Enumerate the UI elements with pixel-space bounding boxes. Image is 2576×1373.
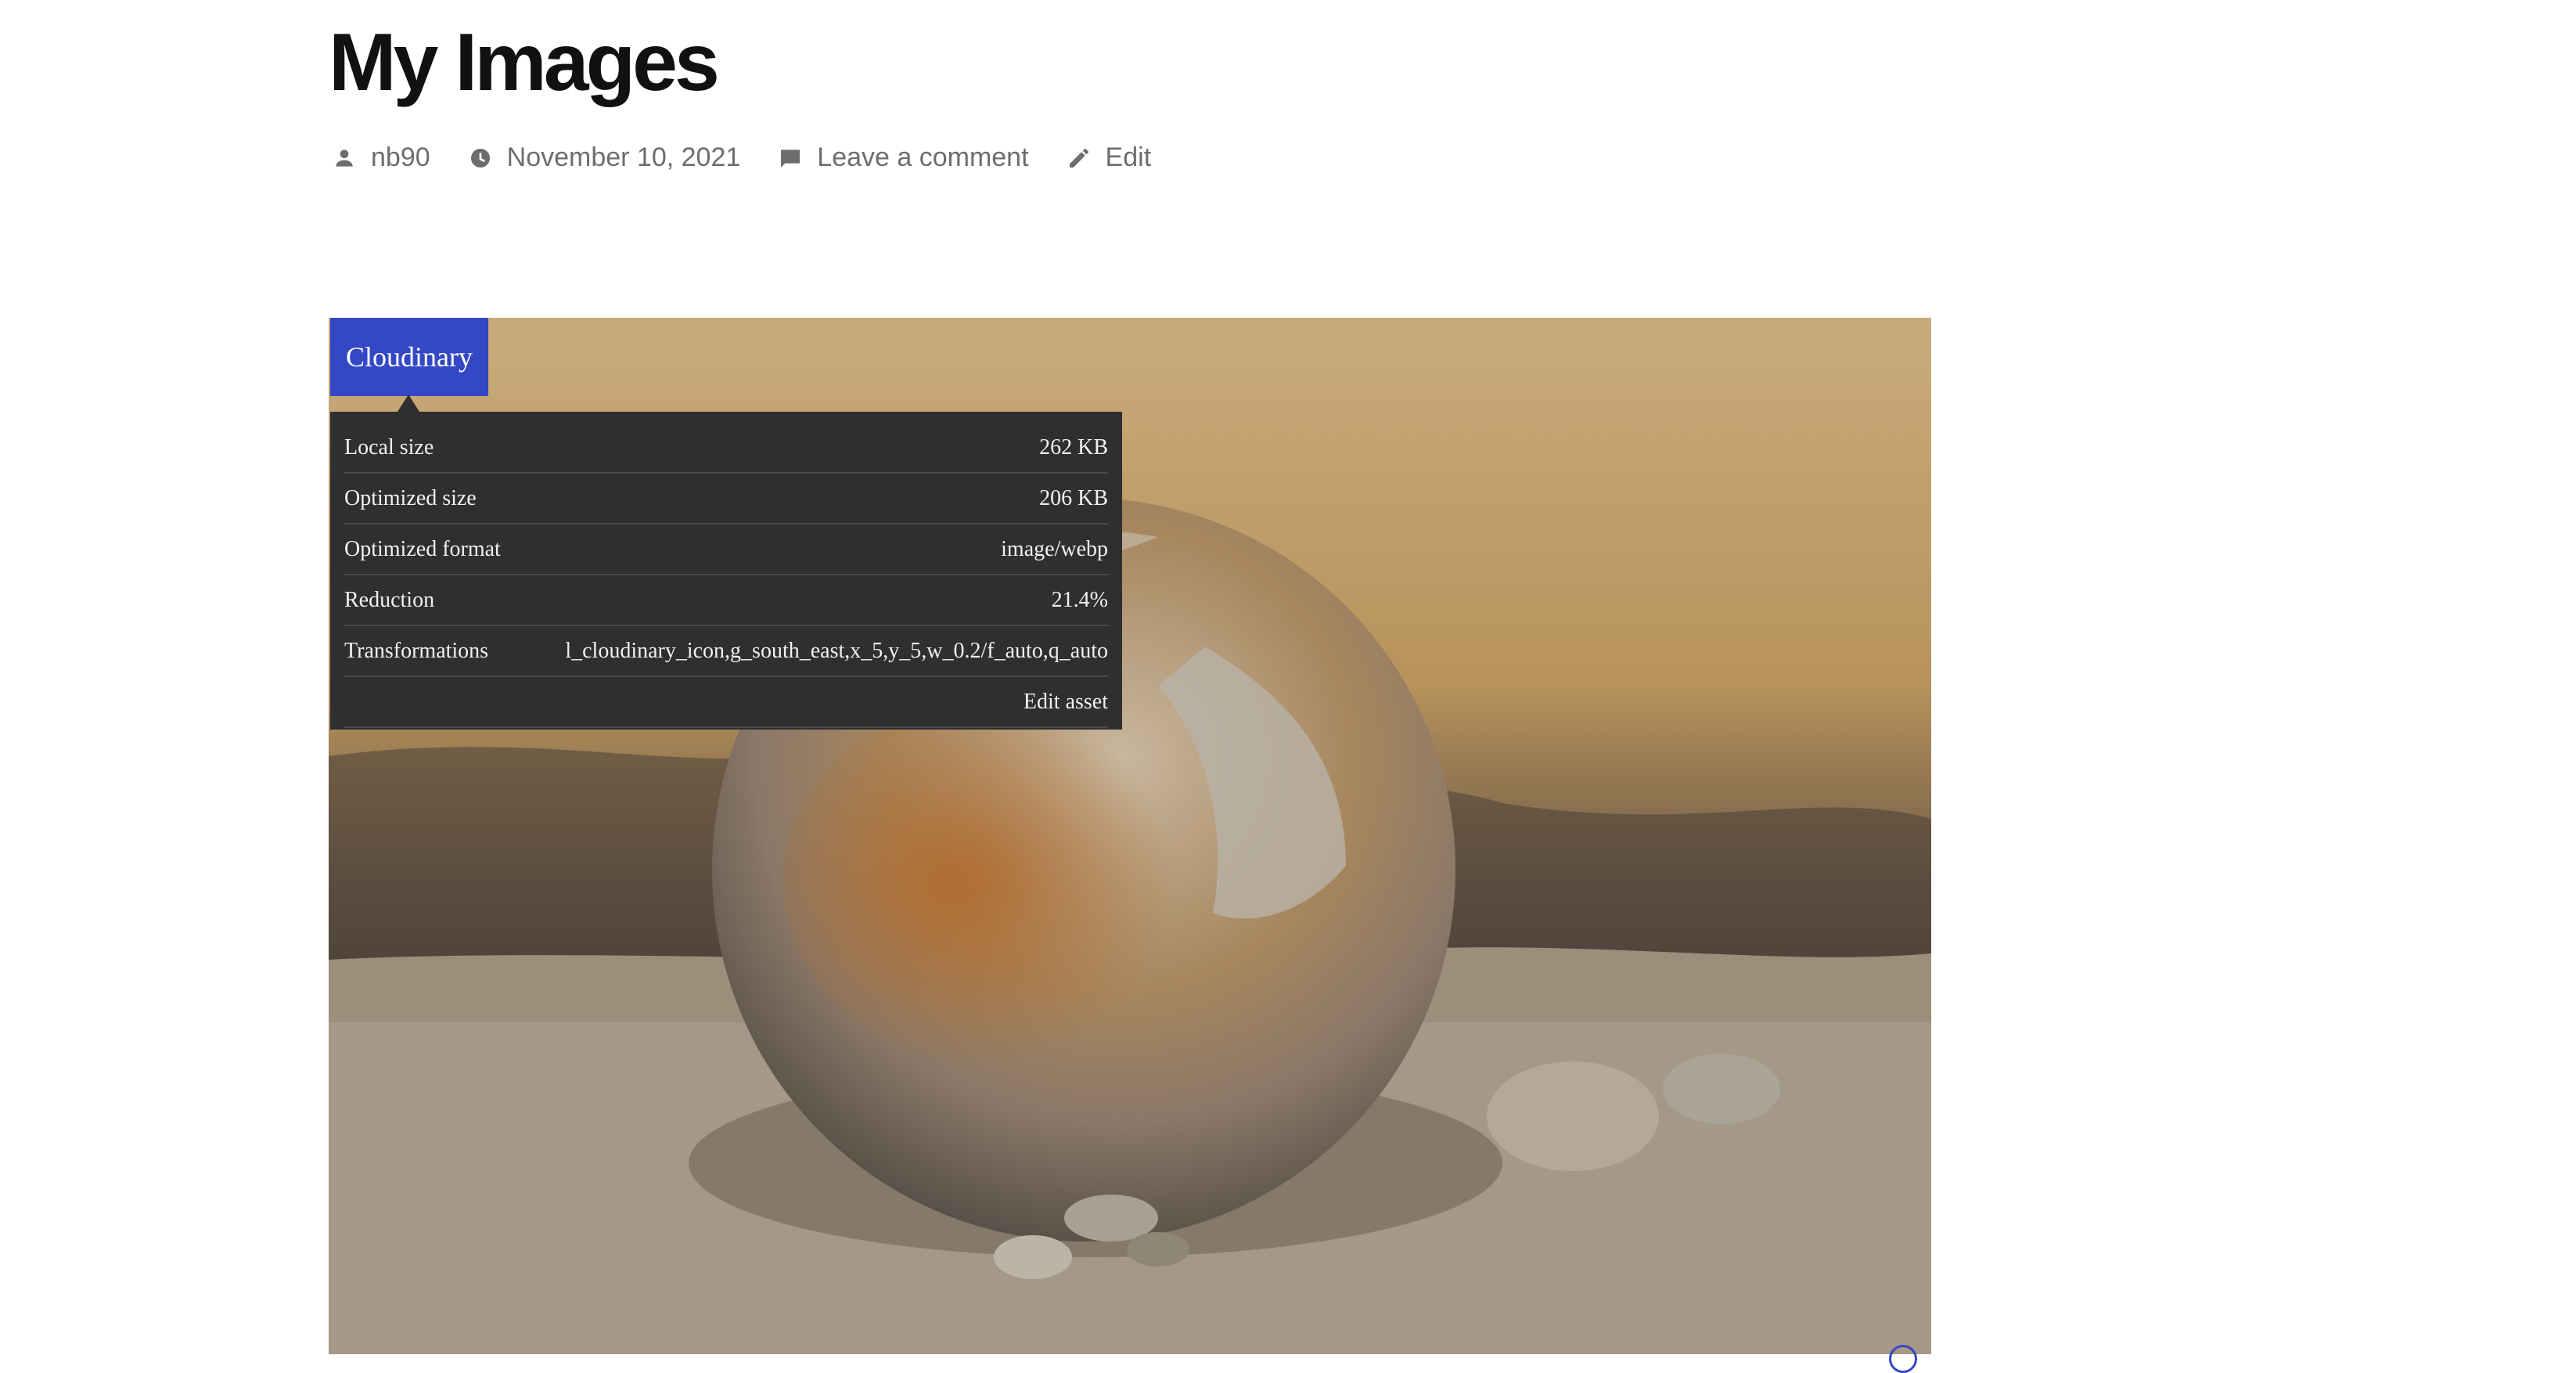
author-link[interactable]: nb90 bbox=[371, 142, 430, 173]
info-value: image/webp bbox=[1001, 536, 1108, 561]
cloudinary-info-panel: Local size 262 KB Optimized size 206 KB … bbox=[330, 412, 1122, 730]
meta-author[interactable]: nb90 bbox=[332, 142, 430, 173]
pencil-icon bbox=[1069, 148, 1088, 168]
clock-icon bbox=[470, 148, 490, 168]
info-key: Optimized size bbox=[344, 485, 477, 510]
cloudinary-overlay-icon bbox=[1889, 1345, 1917, 1373]
info-key: Optimized format bbox=[344, 536, 501, 561]
info-key: Local size bbox=[344, 434, 434, 459]
info-row-edit: Edit asset bbox=[344, 677, 1108, 728]
info-value: 21.4% bbox=[1051, 587, 1108, 612]
info-key: Reduction bbox=[344, 587, 435, 612]
date-link[interactable]: November 10, 2021 bbox=[507, 142, 741, 173]
info-value: 262 KB bbox=[1039, 434, 1108, 459]
info-value: 206 KB bbox=[1039, 485, 1108, 510]
post-meta: nb90 November 10, 2021 Leave a comment E… bbox=[332, 142, 1189, 173]
info-row-reduction: Reduction 21.4% bbox=[344, 575, 1108, 626]
info-key: Transformations bbox=[344, 638, 489, 663]
cloudinary-tag[interactable]: Cloudinary bbox=[330, 318, 488, 396]
edit-asset-link[interactable]: Edit asset bbox=[1024, 690, 1108, 715]
person-icon bbox=[336, 149, 353, 167]
meta-edit[interactable]: Edit bbox=[1067, 142, 1152, 173]
meta-date[interactable]: November 10, 2021 bbox=[468, 142, 741, 173]
meta-comment[interactable]: Leave a comment bbox=[778, 142, 1029, 173]
info-row-optimized-format: Optimized format image/webp bbox=[344, 524, 1108, 575]
info-row-transformations: Transformations l_cloudinary_icon,g_sout… bbox=[344, 626, 1108, 677]
tooltip-arrow bbox=[398, 395, 419, 412]
info-row-local-size: Local size 262 KB bbox=[344, 423, 1108, 474]
info-row-optimized-size: Optimized size 206 KB bbox=[344, 474, 1108, 524]
comment-icon bbox=[781, 149, 801, 168]
page-title: My Images bbox=[329, 17, 720, 108]
edit-link[interactable]: Edit bbox=[1106, 142, 1152, 173]
info-value: l_cloudinary_icon,g_south_east,x_5,y_5,w… bbox=[565, 638, 1108, 663]
comment-link[interactable]: Leave a comment bbox=[817, 142, 1028, 173]
